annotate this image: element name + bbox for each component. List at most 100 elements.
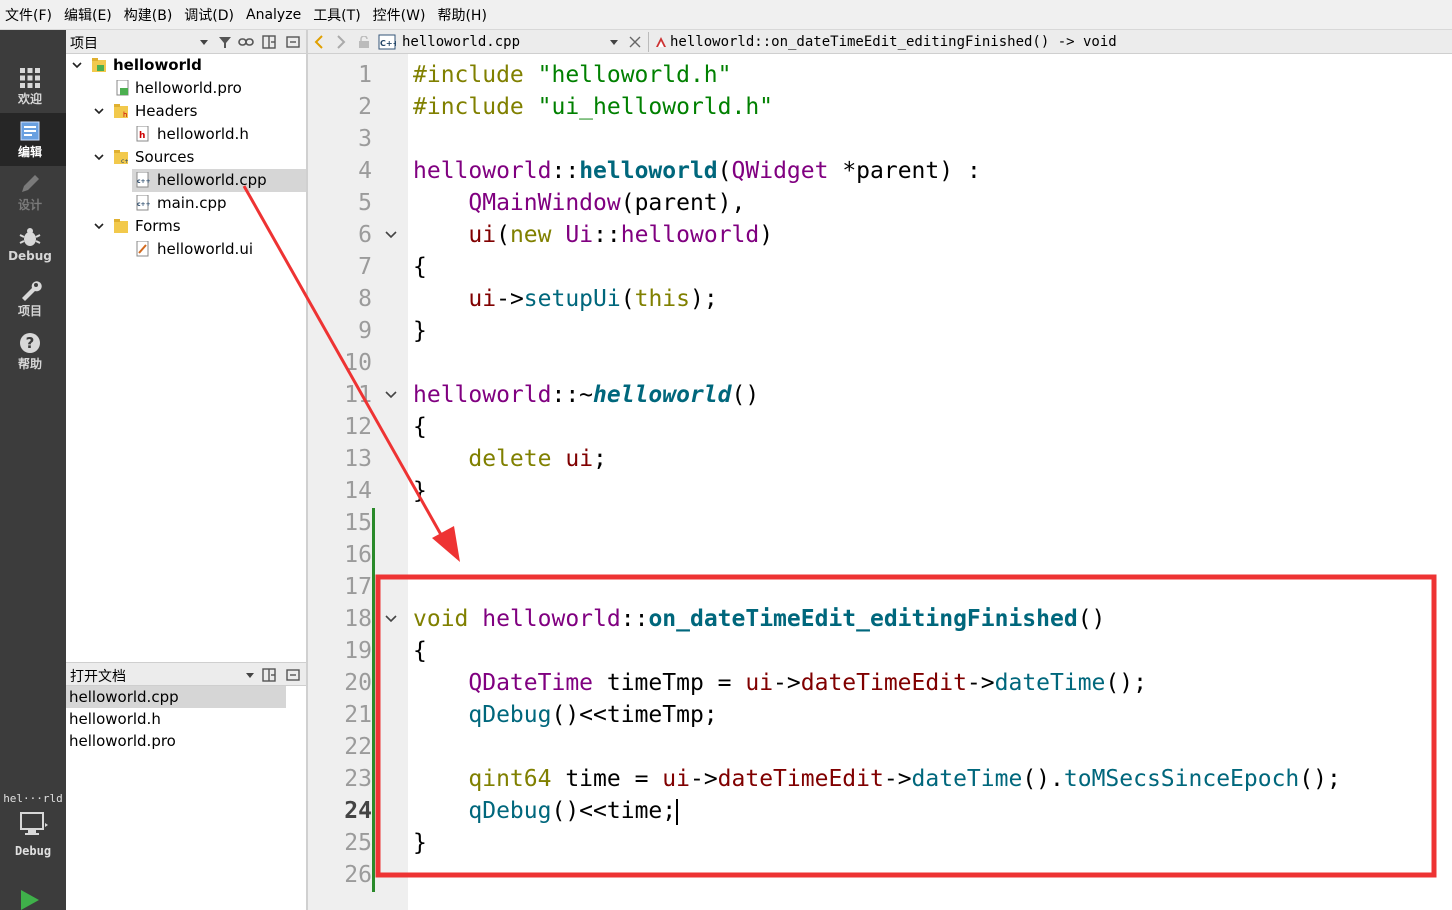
code-token: on_dateTimeEdit_editingFinished [648,606,1078,632]
chevron-down-icon[interactable] [94,106,104,116]
symbol-selector[interactable]: helloworld::on_dateTimeEdit_editingFinis… [670,34,1117,50]
project-pane-title: 项目 [70,36,98,52]
folder-icon [114,219,128,233]
menu-item[interactable]: 调试(D) [179,5,241,25]
code-line[interactable]: } [413,475,427,507]
code-line[interactable]: delete ui; [413,443,607,475]
cpp-file-icon: c++ [136,195,150,211]
svg-text:c+: c+ [121,158,128,165]
code-line[interactable]: QDateTime timeTmp = ui->dateTimeEdit->da… [413,667,1147,699]
tree-item-pro[interactable]: helloworld.pro [66,77,306,100]
run-button-icon[interactable] [18,888,42,910]
code-token: Ui [565,222,594,248]
split-icon[interactable] [262,35,276,49]
forward-arrow-icon[interactable] [336,35,346,49]
mode-projects[interactable]: 项目 [0,272,66,325]
editor-file-selector[interactable]: helloworld.cpp [402,34,520,50]
open-document-item[interactable]: helloworld.h [66,708,286,730]
function-symbol-icon [656,37,666,47]
tree-item-header[interactable]: h helloworld.h [66,123,306,146]
code-line[interactable]: } [413,827,427,859]
session-selector[interactable]: hel···rld Debug [0,792,66,858]
menu-item[interactable]: 工具(T) [308,5,367,25]
menu-item[interactable]: 文件(F) [0,5,59,25]
code-line[interactable]: #include "helloworld.h" [413,59,732,91]
menu-item[interactable]: 帮助(H) [432,5,493,25]
open-document-item[interactable]: helloworld.cpp [66,686,286,708]
code-token: } [413,318,427,344]
tree-item-source-selected[interactable]: c++ helloworld.cpp [132,169,306,192]
line-number: 10 [344,350,372,376]
back-arrow-icon[interactable] [314,35,324,49]
menu-item[interactable]: 编辑(E) [59,5,119,25]
menu-item[interactable]: 控件(W) [368,5,433,25]
code-token: dateTime [994,670,1106,696]
tree-folder-headers[interactable]: h Headers [66,100,306,123]
close-pane-icon[interactable] [286,668,300,682]
close-pane-icon[interactable] [286,35,300,49]
code-token: ui [468,286,497,312]
code-token: qDebug [468,702,552,728]
code-line[interactable]: void helloworld::on_dateTimeEdit_editing… [413,603,1105,635]
mode-help[interactable]: ? 帮助 [0,325,66,378]
code-token: "helloworld.h" [537,62,732,88]
chevron-down-icon[interactable] [94,221,104,231]
line-number: 21 [344,702,372,728]
chevron-down-icon[interactable] [94,152,104,162]
mode-edit[interactable]: 编辑 [0,113,66,166]
code-token: ()<<timeTmp; [551,702,718,728]
mode-design[interactable]: 设计 [0,166,66,219]
chevron-down-icon[interactable] [72,60,82,70]
svg-text:c++: c++ [137,178,150,185]
tree-item-label: helloworld.cpp [157,171,267,189]
code-line[interactable]: #include "ui_helloworld.h" [413,91,773,123]
edit-document-icon [20,121,40,141]
code-line[interactable]: helloworld::helloworld(QWidget *parent) … [413,155,981,187]
chevron-down-icon[interactable] [200,40,208,45]
mode-welcome[interactable]: 欢迎 [0,60,66,113]
code-line[interactable]: } [413,315,427,347]
fold-chevron-icon[interactable] [384,390,398,400]
chevron-down-icon[interactable] [610,40,618,45]
code-line[interactable]: { [413,411,427,443]
menu-item[interactable]: 构建(B) [119,5,180,25]
tree-folder-forms[interactable]: Forms [66,215,306,238]
code-token: -> [773,670,801,696]
tree-project[interactable]: helloworld [66,54,306,77]
fold-chevron-icon[interactable] [384,230,398,240]
svg-text:?: ? [26,334,35,352]
code-line[interactable]: ui->setupUi(this); [413,283,717,315]
ui-form-file-icon [136,241,149,257]
code-token: -> [496,286,524,312]
tree-item-form[interactable]: helloworld.ui [66,238,306,261]
filter-icon[interactable] [218,35,232,49]
chevron-down-icon[interactable] [246,673,254,678]
project-name: helloworld [113,56,202,74]
menu-item[interactable]: Analyze [241,7,308,23]
code-line[interactable]: helloworld::~helloworld() [413,379,759,411]
code-line[interactable]: { [413,251,427,283]
mode-debug[interactable]: Debug [0,219,66,272]
line-number: 20 [344,670,372,696]
code-line[interactable]: QMainWindow(parent), [413,187,745,219]
link-icon[interactable] [238,36,254,48]
open-document-item[interactable]: helloworld.pro [66,730,286,752]
code-line[interactable]: qDebug()<<time; [413,795,679,827]
code-line[interactable]: qint64 time = ui->dateTimeEdit->dateTime… [413,763,1340,795]
code-token: -> [689,766,718,792]
split-icon[interactable] [262,668,276,682]
tree-folder-sources[interactable]: c+ Sources [66,146,306,169]
code-line[interactable]: qDebug()<<timeTmp; [413,699,718,731]
code-line[interactable]: { [413,635,427,667]
code-line[interactable]: ui(new Ui::helloworld) [413,219,773,251]
close-icon[interactable] [629,36,641,48]
line-number: 11 [344,382,372,408]
mode-label: 帮助 [17,357,42,371]
tree-item-source[interactable]: c++ main.cpp [66,192,306,215]
fold-chevron-icon[interactable] [384,614,398,624]
line-number: 26 [344,862,372,888]
